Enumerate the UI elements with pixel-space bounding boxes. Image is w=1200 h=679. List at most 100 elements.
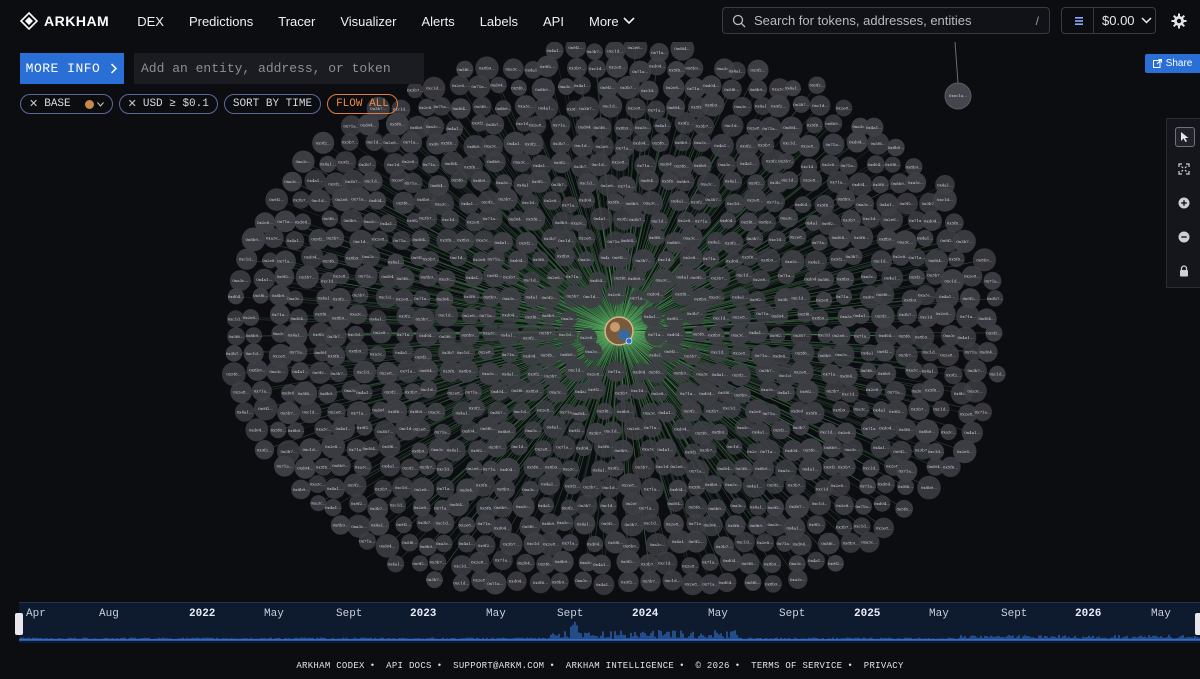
address-node-label: 0x9f2... [768, 505, 783, 510]
address-node-label: 0x3b7... [377, 429, 393, 434]
timeline-end-handle[interactable] [1195, 613, 1200, 635]
address-node-label: 0xd04... [362, 446, 378, 451]
footer-link-codex[interactable]: ARKHAM CODEX [296, 661, 364, 671]
nav-link-tracer[interactable]: Tracer [278, 14, 315, 29]
address-node-label: 0x3b7... [899, 312, 915, 317]
nav-link-visualizer[interactable]: Visualizer [340, 14, 396, 29]
address-node-label: 0x9f2... [338, 159, 353, 164]
address-node-label: 0xa3c... [785, 259, 801, 264]
address-node-label: 0x4a1... [749, 330, 765, 335]
address-node-label: 0x9f2... [528, 371, 543, 376]
address-node-label: 0x4a1... [538, 105, 554, 110]
timeline-scrubber[interactable]: Apr Aug 2022 May Sept 2023 May Sept 2024… [15, 602, 1200, 643]
address-node-label: 0x4a1... [714, 143, 730, 148]
address-node-label: 0x3b7... [553, 141, 569, 146]
address-node-label: 0x3b7... [956, 239, 972, 244]
search-input[interactable] [752, 12, 1036, 29]
more-info-button[interactable]: MORE INFO [20, 53, 124, 84]
address-node-label: 0x5f6... [253, 293, 268, 298]
settings-gear-icon[interactable] [1171, 13, 1187, 29]
zoom-out-button[interactable] [1175, 228, 1193, 246]
wallet-balance-button[interactable]: $0.00 [1061, 7, 1156, 34]
address-node-label: 0x8b9... [557, 254, 573, 259]
nav-more-menu[interactable]: More [589, 14, 635, 29]
address-node-label: 0x71a... [762, 126, 778, 131]
nav-link-labels[interactable]: Labels [480, 14, 518, 29]
global-search[interactable]: / [722, 7, 1050, 34]
share-button[interactable]: Share [1145, 54, 1200, 73]
address-node-label: 0x3b7... [793, 333, 809, 338]
address-node-label: 0x5f6... [608, 540, 623, 545]
address-node-label: 0xc1d... [791, 296, 807, 301]
lock-icon [1180, 265, 1188, 277]
address-node-label: 0x5f6... [402, 540, 417, 545]
footer-link-terms[interactable]: TERMS OF SERVICE [751, 661, 842, 671]
address-node-label: 0x5f6... [271, 427, 286, 432]
address-node-label: 0x5f6... [949, 256, 964, 261]
filter-chip-sort[interactable]: SORT BY TIME [223, 94, 322, 114]
footer-link-support[interactable]: SUPPORT@ARKM.COM [453, 661, 544, 671]
address-node-label: 0x4a1... [370, 316, 386, 321]
address-node-label: 0x3b7... [359, 162, 375, 167]
address-node-label: 0x71a... [562, 202, 578, 207]
close-icon[interactable]: ✕ [128, 97, 137, 111]
address-node-label: 0x3b7... [490, 410, 506, 415]
filter-chip-chain[interactable]: ✕ BASE [20, 94, 113, 114]
address-node-label: 0x5f6... [899, 427, 914, 432]
address-node-label: 0x8b9... [915, 334, 931, 339]
address-node-label: 0xa3c... [778, 468, 794, 473]
brand-logo[interactable]: ARKHAM [20, 12, 109, 30]
entity-address-input[interactable] [134, 53, 424, 84]
nav-link-api[interactable]: API [543, 14, 564, 29]
address-node-label: 0x4a1... [939, 294, 955, 299]
nav-link-dex[interactable]: DEX [137, 14, 164, 29]
footer-link-api-docs[interactable]: API DOCS [386, 661, 432, 671]
address-node-label: 0x71a... [562, 540, 578, 545]
address-node-label: 0x8b9... [921, 485, 937, 490]
address-node-label: 0x2e8... [789, 235, 805, 240]
lock-button[interactable] [1175, 262, 1193, 280]
address-node-label: 0x4a1... [725, 179, 741, 184]
address-node-label: 0x4a1... [288, 332, 304, 337]
address-node-label: 0xc1d... [228, 317, 244, 322]
address-node-label: 0x71a... [618, 183, 634, 188]
detached-node[interactable]: 0xec1a... [944, 41, 972, 110]
timeline-year-label: 2024 [632, 608, 659, 620]
nav-link-predictions[interactable]: Predictions [189, 14, 253, 29]
nav-link-alerts[interactable]: Alerts [421, 14, 454, 29]
address-node-label: 0x9f2... [770, 333, 785, 338]
address-node-label: 0x2e8... [866, 387, 882, 392]
filter-chip-flow-label: FLOW ALL [336, 98, 389, 110]
center-node[interactable] [604, 316, 634, 346]
share-icon [1152, 59, 1162, 68]
address-node-label: 0x9f2... [562, 505, 577, 510]
address-node-label: 0x4a1... [507, 141, 523, 146]
footer-link-privacy[interactable]: PRIVACY [864, 661, 904, 671]
address-node-label: 0x2e8... [683, 255, 699, 260]
address-node-label: 0x4a1... [382, 464, 398, 469]
address-node-label: 0x9f2... [621, 559, 636, 564]
timeline-start-handle[interactable] [15, 613, 23, 635]
address-node-label: 0x3b7... [620, 85, 636, 90]
filter-chip-flow[interactable]: FLOW ALL [327, 94, 398, 114]
address-node-label: 0x8b9... [459, 369, 475, 374]
address-node-label: 0xc1d... [801, 164, 817, 169]
filter-chip-usd-min[interactable]: ✕ USD ≥ $0.1 [118, 94, 218, 114]
zoom-in-button[interactable] [1175, 194, 1193, 212]
address-node-label: 0xa3c... [311, 501, 327, 506]
footer-link-intelligence[interactable]: ARKHAM INTELLIGENCE [566, 661, 674, 671]
address-node-label: 0xd04... [719, 580, 735, 585]
address-node-label: 0x4a1... [786, 525, 802, 530]
address-node-label: 0x5f6... [598, 444, 613, 449]
address-node-label: 0x2e8... [579, 235, 595, 240]
fit-view-button[interactable] [1175, 160, 1193, 178]
address-node-label: 0x9f2... [554, 160, 569, 165]
address-node-label: 0x4a1... [447, 448, 463, 453]
network-graph[interactable]: 0x4a1... 0x9f2... 0x3b7... 0xc1d... 0x2e8...… [0, 0, 1200, 600]
address-node-label: 0x2e8... [883, 217, 899, 222]
filter-chip-chain-label: BASE [44, 98, 71, 110]
address-node-label: 0x71a... [400, 369, 416, 374]
close-icon[interactable]: ✕ [29, 97, 38, 111]
select-tool-button[interactable] [1175, 127, 1195, 147]
address-node-label: 0x9f2... [357, 425, 372, 430]
